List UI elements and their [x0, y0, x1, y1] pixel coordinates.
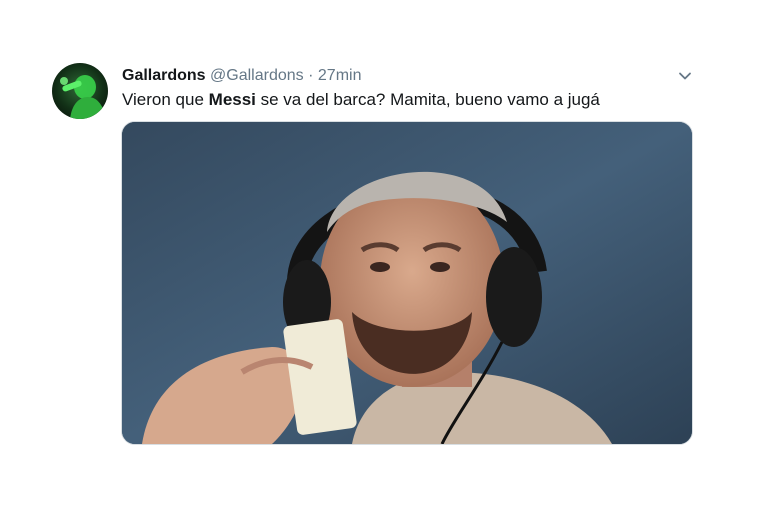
display-name[interactable]: Gallardons: [122, 67, 206, 84]
user-handle[interactable]: @Gallardons: [210, 67, 304, 84]
tweet-text-end: se va del barca? Mamita, bueno vamo a ju…: [255, 90, 600, 109]
timestamp[interactable]: 27min: [318, 67, 362, 84]
avatar-image: [60, 75, 106, 119]
media-image: [122, 122, 692, 444]
tweet-text: Vieron que Messi se va del barca? Mamita…: [122, 88, 600, 112]
tweet-header: Gallardons @Gallardons · 27min: [122, 66, 361, 86]
tweet-card: Gallardons @Gallardons · 27min Vieron qu…: [0, 0, 768, 512]
tweet-text-bold: Messi: [208, 90, 256, 109]
tweet-text-start: Vieron que: [122, 90, 209, 109]
tweet-menu-button[interactable]: [677, 68, 693, 84]
separator-dot: ·: [308, 67, 314, 84]
chevron-down-icon: [679, 72, 691, 80]
tweet-media[interactable]: [121, 121, 693, 445]
avatar[interactable]: [52, 63, 108, 119]
